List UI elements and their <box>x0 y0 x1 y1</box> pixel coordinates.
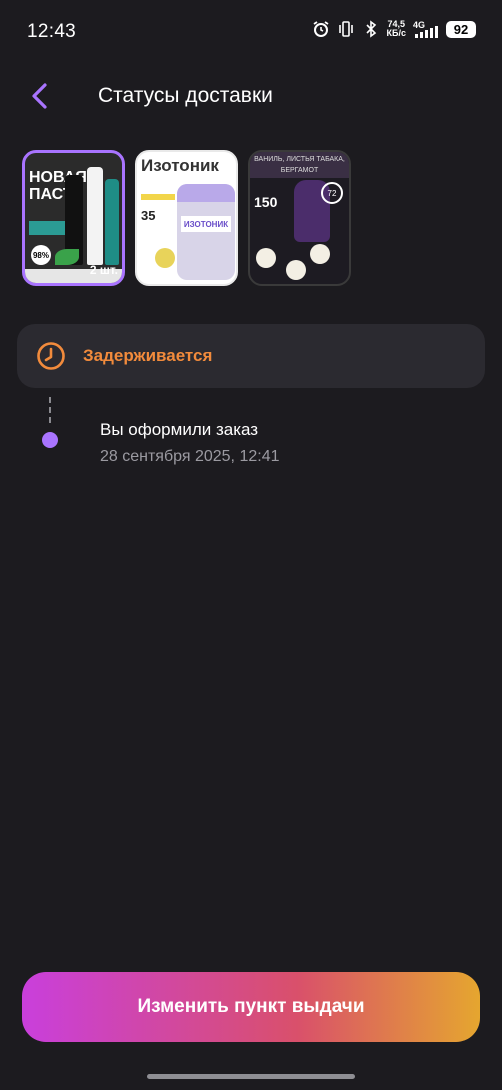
product-thumbnails: НОВАЯ ПАСТА 98% 2 шт. Изотоник ИЗОТОНИК … <box>22 150 351 286</box>
status-label: Задерживается <box>83 346 213 365</box>
product-jar-lid <box>177 184 235 202</box>
flower <box>310 244 330 264</box>
net-speed: 74,5 КБ/с <box>387 20 406 38</box>
status-bar: 12:43 74,5 КБ/с 4G 92 <box>0 0 502 64</box>
clock-time: 12:43 <box>27 21 77 42</box>
portion-count: 35 <box>141 208 156 223</box>
page-title: Статусы доставки <box>98 84 273 107</box>
clock-icon <box>36 341 66 371</box>
product-scoop <box>155 248 175 268</box>
net-speed-unit: КБ/с <box>386 28 406 38</box>
product-label <box>29 221 65 235</box>
thumbnail-headline: Изотоник <box>141 156 219 175</box>
chevron-left-icon <box>32 83 47 109</box>
product-bottle <box>87 167 103 265</box>
back-button[interactable] <box>24 80 56 112</box>
days-number: 150 <box>254 194 278 210</box>
status-icons: 74,5 КБ/с 4G 92 <box>312 20 476 38</box>
product-thumbnail[interactable]: Изотоник ИЗОТОНИК 35 <box>135 150 238 286</box>
product-bottle <box>105 179 119 265</box>
bluetooth-icon <box>362 20 380 38</box>
timeline-event-date: 28 сентября 2025, 12:41 <box>100 448 280 465</box>
percent-badge: 98% <box>31 245 51 265</box>
product-label: ИЗОТОНИК <box>181 216 231 232</box>
timeline-connector <box>49 397 51 427</box>
vibrate-icon <box>337 20 355 38</box>
delivery-status-card: Задерживается <box>17 324 485 388</box>
signal-icon: 4G <box>413 20 439 38</box>
product-thumbnail[interactable]: НОВАЯ ПАСТА 98% 2 шт. <box>22 150 125 286</box>
timeline-event-title: Вы оформили заказ <box>100 420 259 439</box>
quantity-label: 2 шт. <box>89 263 118 277</box>
hours-badge: 72 <box>321 182 343 204</box>
product-tag <box>141 194 175 200</box>
thumbnail-headline: ВАНИЛЬ, ЛИСТЬЯ ТАБАКА, БЕРГАМОТ <box>250 152 349 178</box>
home-indicator[interactable] <box>147 1074 355 1079</box>
header: Статусы доставки <box>0 72 502 122</box>
flower <box>256 248 276 268</box>
thumbnail-headline: НОВАЯ ПАСТА <box>29 169 87 203</box>
change-pickup-point-button[interactable]: Изменить пункт выдачи <box>22 972 480 1042</box>
product-thumbnail[interactable]: ВАНИЛЬ, ЛИСТЬЯ ТАБАКА, БЕРГАМОТ 150 72 <box>248 150 351 286</box>
alarm-icon <box>312 20 330 38</box>
mint-leaf <box>55 249 79 265</box>
flower <box>286 260 306 280</box>
battery-level: 92 <box>446 20 476 38</box>
timeline-dot <box>42 432 58 448</box>
